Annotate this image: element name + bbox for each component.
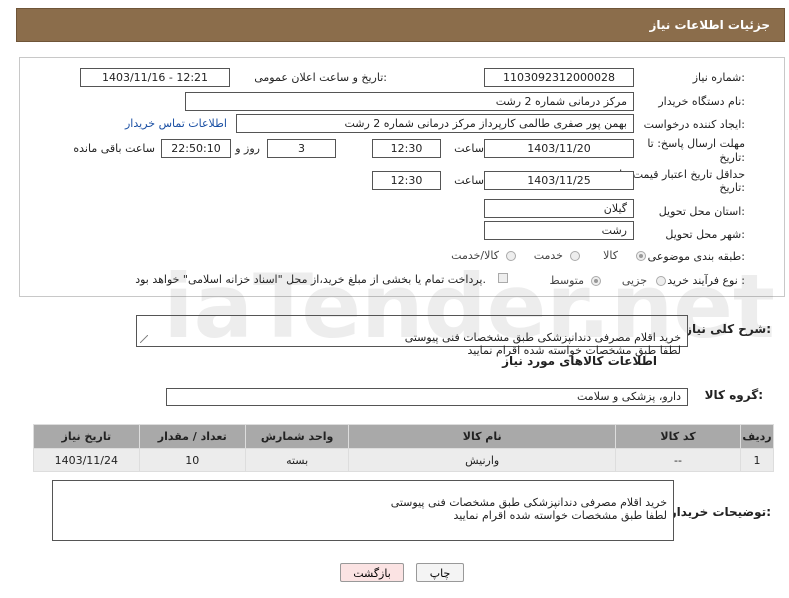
remaining-time-field: 22:50:10 [161, 139, 231, 158]
remaining-label: ساعت باقی مانده [73, 142, 155, 155]
payment-note: پرداخت تمام یا بخشی از مبلغ خرید،از محل … [135, 273, 486, 286]
days-field: 3 [267, 139, 336, 158]
process-medium-label: متوسط [549, 274, 584, 287]
goods-table: ردیف کد کالا نام کالا واحد شمارش تعداد /… [33, 424, 774, 472]
row-qty: 10 [138, 448, 246, 472]
category-service-radio[interactable] [570, 251, 580, 261]
goods-group-field: دارو، پزشکی و سلامت [166, 388, 688, 406]
process-medium-radio[interactable] [591, 276, 601, 286]
summary-label: شرح کلی نیاز: [685, 322, 771, 336]
summary-textarea[interactable]: خرید اقلام مصرفی دندانپزشکی طبق مشخصات ف… [136, 315, 688, 357]
col-index: ردیف [740, 424, 774, 449]
buyer-notes-label: توضیحات خریدار: [669, 505, 771, 519]
deadline-time-label: ساعت [454, 142, 484, 155]
contact-buyer-link[interactable]: اطلاعات تماس خریدار [125, 117, 227, 130]
buyer-org-field: مرکز درمانی شماره 2 رشت [185, 92, 634, 111]
col-qty: تعداد / مقدار [138, 424, 246, 449]
validity-time-field: 12:30 [372, 171, 441, 190]
creator-field: بهمن پور صفری طالمی کارپرداز مرکز درمانی… [236, 114, 634, 133]
row-date: 1403/11/24 [33, 448, 140, 472]
row-index: 1 [740, 448, 774, 472]
col-unit: واحد شمارش [244, 424, 350, 449]
city-field: رشت [484, 221, 634, 240]
row-code: -- [615, 448, 742, 472]
announce-field: 1403/11/16 - 12:21 [80, 68, 230, 87]
deadline-time-field: 12:30 [372, 139, 441, 158]
deadline-label: مهلت ارسال پاسخ: تا [647, 137, 745, 150]
goods-group-label: گروه کالا: [704, 388, 763, 402]
validity-time-label: ساعت [454, 174, 484, 187]
deadline-label-date: تاریخ: [719, 151, 745, 164]
col-code: کد کالا [615, 424, 742, 449]
category-goods-service-label: کالا/خدمت [451, 249, 499, 262]
row-unit: بسته [244, 448, 350, 472]
process-minor-label: جزیی [621, 274, 647, 287]
validity-label: حداقل تاریخ اعتبار قیمت: تا [619, 168, 745, 181]
row-name: وارنیش [348, 448, 617, 472]
page-header: جزئیات اطلاعات نیاز [16, 8, 785, 42]
category-goods-radio[interactable] [636, 251, 646, 261]
resize-handle-icon[interactable] [140, 335, 148, 343]
deadline-date-field: 1403/11/20 [484, 139, 634, 158]
process-label: نوع فرآیند خرید : [667, 274, 745, 287]
validity-label-date: تاریخ: [719, 181, 745, 194]
validity-date-field: 1403/11/25 [484, 171, 634, 190]
category-goods-service-radio[interactable] [506, 251, 516, 261]
need-number-label: شماره نیاز: [692, 71, 745, 84]
days-label: روز و [235, 142, 260, 155]
page-title: جزئیات اطلاعات نیاز [649, 18, 770, 32]
col-name: نام کالا [348, 424, 617, 449]
category-label: طبقه بندی موضوعی: [647, 250, 745, 263]
treasury-payment-checkbox[interactable] [498, 273, 508, 283]
goods-section-title: اطلاعات کالاهای مورد نیاز [502, 354, 657, 368]
col-date: تاریخ نیاز [33, 424, 140, 449]
category-goods-label: کالا [603, 249, 618, 262]
province-field: گیلان [484, 199, 634, 218]
buyer-notes-textarea[interactable]: خرید اقلام مصرفی دندانپزشکی طبق مشخصات ف… [52, 480, 674, 541]
back-button[interactable]: بازگشت [340, 563, 404, 582]
creator-label: ایجاد کننده درخواست: [643, 118, 745, 131]
need-number-field: 1103092312000028 [484, 68, 634, 87]
table-row[interactable]: 1 -- وارنیش بسته 10 1403/11/24 [33, 448, 774, 472]
announce-label: تاریخ و ساعت اعلان عمومی: [254, 71, 387, 84]
goods-table-header: ردیف کد کالا نام کالا واحد شمارش تعداد /… [33, 424, 774, 449]
category-service-label: خدمت [533, 249, 563, 262]
print-button[interactable]: چاپ [416, 563, 464, 582]
province-label: استان محل تحویل: [658, 205, 745, 218]
city-label: شهر محل تحویل: [665, 228, 745, 241]
buyer-org-label: نام دستگاه خریدار: [658, 95, 745, 108]
buyer-notes-text: خرید اقلام مصرفی دندانپزشکی طبق مشخصات ف… [390, 496, 667, 522]
process-minor-radio[interactable] [656, 276, 666, 286]
